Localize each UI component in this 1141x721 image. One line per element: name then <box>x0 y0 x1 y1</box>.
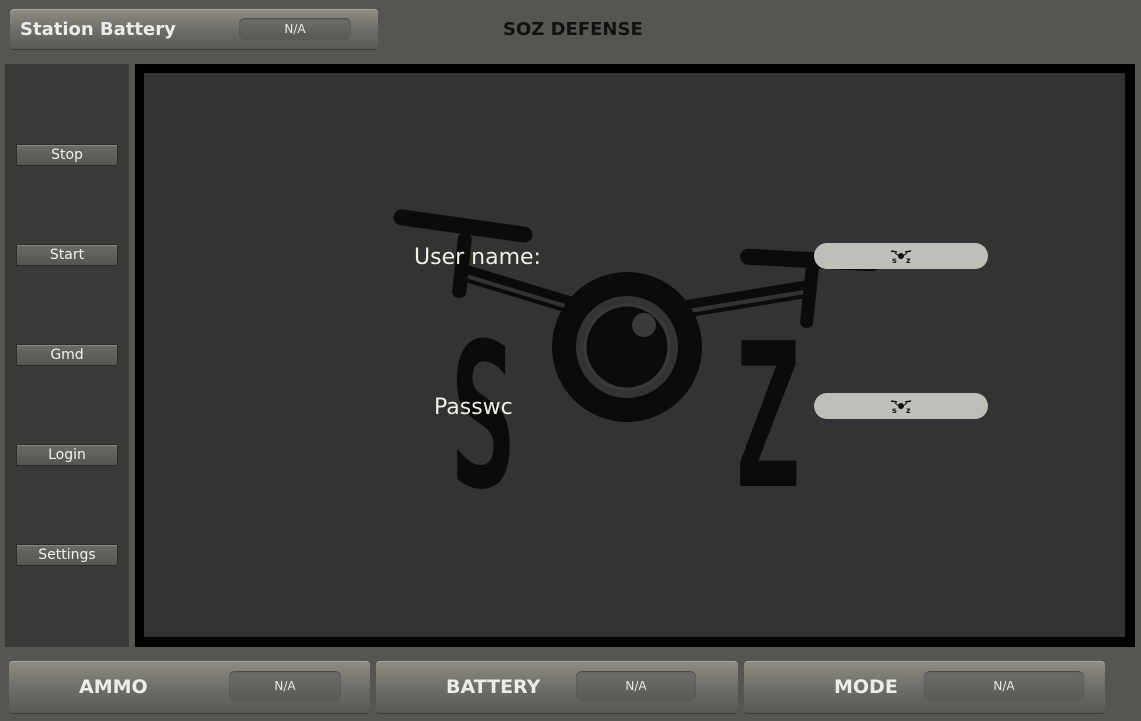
battery-label: BATTERY <box>446 676 541 698</box>
sidebar: Stop Start Gmd Login Settings <box>5 64 129 647</box>
logo-letter-z: Z <box>734 301 801 534</box>
svg-text:z: z <box>906 406 911 414</box>
gmd-button[interactable]: Gmd <box>16 344 118 366</box>
app-title: SOZ DEFENSE <box>503 19 643 40</box>
soz-logo-icon <box>393 209 880 422</box>
password-field[interactable]: s z <box>814 393 988 419</box>
mode-box: MODE N/A <box>744 661 1105 713</box>
username-field[interactable]: s z <box>814 243 988 269</box>
soz-drone-logo-icon: s z <box>890 250 912 264</box>
svg-text:s: s <box>892 256 897 264</box>
battery-box: BATTERY N/A <box>376 661 738 713</box>
start-button[interactable]: Start <box>16 244 118 266</box>
login-button[interactable]: Login <box>16 444 118 466</box>
mode-label: MODE <box>834 676 898 698</box>
soz-drone-logo-icon: s z <box>890 400 912 414</box>
station-battery-value: N/A <box>239 18 351 40</box>
username-label: User name: <box>414 245 541 270</box>
mode-value: N/A <box>924 671 1084 701</box>
main-frame: S Z User name: s z Passwc s z <box>135 64 1135 647</box>
svg-text:z: z <box>906 256 911 264</box>
password-label: Passwc <box>434 395 513 420</box>
ammo-box: AMMO N/A <box>9 661 370 713</box>
stop-button[interactable]: Stop <box>16 144 118 166</box>
ammo-label: AMMO <box>79 676 148 698</box>
station-battery-label: Station Battery <box>20 19 176 40</box>
login-panel: S Z User name: s z Passwc s z <box>144 73 1125 637</box>
ammo-value: N/A <box>229 671 341 701</box>
svg-text:s: s <box>892 406 897 414</box>
settings-button[interactable]: Settings <box>16 544 118 566</box>
station-battery-box: Station Battery N/A <box>10 9 378 49</box>
battery-value: N/A <box>576 671 696 701</box>
